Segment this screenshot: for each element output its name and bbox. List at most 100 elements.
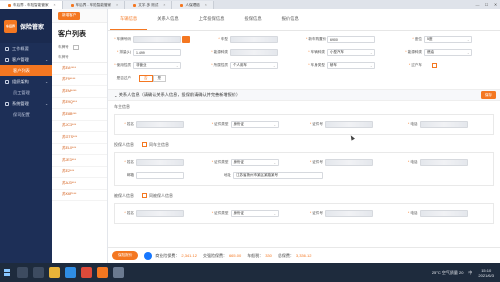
owner-block: *姓名 *证件类型 身份证 ⌄ *证件号 *电话 [114, 114, 494, 135]
search-plate-button[interactable] [182, 36, 190, 43]
insured-email-input[interactable] [136, 172, 184, 179]
chrome-icon[interactable] [80, 267, 92, 278]
insured-name-input[interactable] [136, 159, 184, 166]
field-input[interactable] [230, 49, 278, 56]
field-checkbox[interactable] [432, 63, 437, 68]
beneficiary-phone-input[interactable] [419, 210, 468, 217]
windows-start-icon[interactable] [0, 263, 14, 282]
owner-name-input[interactable] [136, 121, 184, 128]
field-value: 5座 [427, 37, 433, 41]
list-item[interactable]: 苏EL0*** [52, 144, 107, 155]
menu-icon [5, 57, 9, 62]
toggle-option[interactable]: 是 [152, 75, 166, 82]
list-item[interactable]: 苏E8B*** [52, 109, 107, 121]
list-item[interactable]: 苏AJ3*** [52, 178, 107, 190]
app-window: 车后界 保险管家 工作概要 客户管理 ⌄ 客户列表 组织架构 ⌄ 员工管理系统管理 ⌄ 保司配置… [0, 9, 500, 263]
field-input[interactable]: 1.499 [133, 49, 181, 56]
search-icon[interactable] [16, 267, 28, 278]
add-customer-button[interactable]: 新增客户 [58, 11, 81, 20]
list-item[interactable]: 苏EM**** [52, 86, 107, 98]
field-label: *车辆种类 [306, 50, 327, 55]
close-window-icon[interactable]: ✕ [491, 2, 500, 7]
beneficiary-name-input[interactable] [136, 210, 184, 217]
owner-idtype-select[interactable]: 身份证 ⌄ [230, 121, 279, 128]
toggle-option[interactable]: 否 [139, 75, 153, 82]
filter-input[interactable] [72, 44, 79, 50]
close-icon[interactable]: × [54, 3, 56, 7]
relations-save-button[interactable]: 保存 [480, 91, 496, 99]
insured-idtype-select[interactable]: 身份证 ⌄ [230, 159, 279, 166]
browser-tab[interactable]: 车后界 - 车险智能管家 × [0, 1, 63, 9]
sidebar-subitem[interactable]: 员工管理 [0, 87, 52, 98]
clock-date: 2021/6/3 [478, 272, 494, 278]
field-label: *车牌号码 [112, 37, 133, 42]
list-item[interactable]: 苏E9Q*** [52, 98, 107, 109]
same-as-owner-checkbox[interactable] [142, 142, 147, 147]
beneficiary-idtype-select[interactable]: 身份证 ⌄ [230, 210, 279, 217]
customer-detail-panel: 车辆信息 关系人信息 上年投保信息 投保信息 报价信息 *车牌号码 *车型 *新车购置价 69… [108, 9, 500, 263]
field-input[interactable]: 5座 ⌄ [424, 36, 472, 43]
field-input[interactable]: 小型汽车 ⌄ [327, 49, 375, 56]
transfer-toggle[interactable]: 否是 [139, 75, 166, 82]
maximize-icon[interactable]: ☐ [482, 2, 491, 7]
detail-tab[interactable]: 车辆信息 [110, 8, 148, 30]
sidebar-subitem[interactable]: 保司配置 [0, 109, 52, 120]
field-input[interactable]: 个人用车 ⌄ [230, 62, 278, 69]
detail-tab[interactable]: 报价信息 [272, 8, 309, 30]
list-item[interactable]: 苏JC3*** [52, 121, 107, 132]
owner-idno-input[interactable] [325, 121, 373, 128]
sidebar-subitem[interactable]: 客户列表 [0, 65, 52, 76]
field-input[interactable]: 轿车 ⌄ [327, 62, 375, 69]
clock[interactable]: 15:10 2021/6/3 [478, 268, 494, 278]
os-taskbar: 25°C 空气质量 20 中 15:10 2021/6/3 [0, 263, 500, 282]
app-orange-icon[interactable] [96, 267, 108, 278]
same-as-insured-checkbox[interactable] [142, 193, 147, 198]
insured-title-row: 投保人信息 同车主信息 [108, 139, 500, 150]
chevron-down-icon: ⌄ [45, 101, 48, 106]
list-item[interactable]: 苏EA**** [52, 63, 107, 75]
logo[interactable]: 车后界 保险管家 [0, 9, 52, 43]
sidebar-group[interactable]: 系统管理 ⌄ [0, 98, 52, 109]
sidebar-group[interactable]: 客户管理 ⌄ [0, 54, 52, 65]
list-item[interactable]: 苏GTS*** [52, 132, 107, 144]
field-input[interactable]: 非营业 ⌄ [133, 62, 181, 69]
browser-icon[interactable] [64, 267, 76, 278]
insured-addr-input[interactable]: 江苏省扬州市某区某路某号 [233, 172, 323, 179]
close-icon[interactable]: × [163, 3, 165, 7]
field-input[interactable]: 6900 [327, 36, 375, 43]
detail-tab[interactable]: 投保信息 [234, 8, 271, 30]
field-input[interactable]: 燃油 ⌄ [424, 49, 472, 56]
beneficiary-idno-input[interactable] [325, 210, 373, 217]
owner-phone-input[interactable] [419, 121, 468, 128]
list-toolbar: 新增客户 [52, 9, 107, 23]
beneficiary-title-row: 被保人信息 同被保人信息 [108, 190, 500, 201]
ime-indicator[interactable]: 中 [468, 270, 472, 276]
insured-idno-input[interactable] [325, 159, 373, 166]
quote-button[interactable]: 保险报价 [112, 251, 139, 260]
field-input[interactable] [133, 36, 181, 43]
insured-phone-input[interactable] [419, 159, 468, 166]
list-item[interactable]: 苏JE3*** [52, 155, 107, 167]
field-input[interactable] [230, 36, 278, 43]
detail-tab[interactable]: 上年投保信息 [189, 8, 235, 30]
taskview-icon[interactable] [32, 267, 44, 278]
close-icon[interactable]: × [205, 3, 207, 7]
minimize-icon[interactable]: — [473, 2, 482, 7]
browser-tab-label: 车后界 - 车险智能管家 [75, 2, 112, 7]
settings-icon[interactable] [112, 267, 124, 278]
owner-idno-label: 证件号 [312, 122, 323, 126]
owner-phone-label: 电话 [410, 122, 418, 126]
list-item[interactable]: 苏F9**** [52, 75, 107, 86]
owner-idtype-label: 证件类型 [214, 122, 229, 126]
sidebar-item-label: 系统管理 [12, 100, 29, 106]
weather-text[interactable]: 25°C 空气质量 20 [432, 270, 464, 276]
list-item[interactable]: 苏E2*** [52, 167, 107, 178]
required-mark: * [308, 63, 310, 67]
close-icon[interactable]: × [116, 3, 118, 7]
sidebar-group[interactable]: 组织架构 ⌄ [0, 76, 52, 87]
chevron-down-icon: ⌄ [45, 57, 48, 62]
explorer-icon[interactable] [48, 267, 60, 278]
detail-tab[interactable]: 关系人信息 [147, 8, 188, 30]
list-item[interactable]: 苏K6F*** [52, 190, 107, 201]
sidebar-item[interactable]: 工作概要 [0, 43, 52, 54]
